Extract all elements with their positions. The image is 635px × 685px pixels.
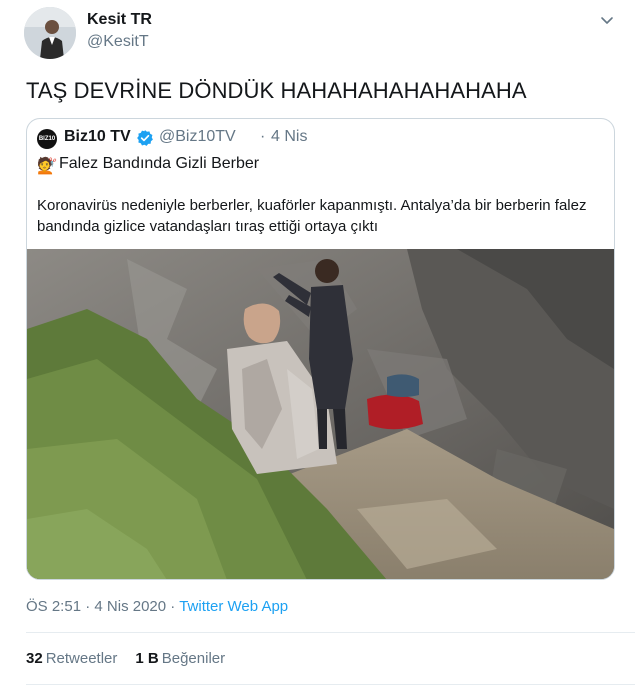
quoted-tweet[interactable]: BIZ10 Biz10 TV @Biz10TV · 4 Nis 💇 Falez … xyxy=(26,118,615,580)
retweets-label: Retweetler xyxy=(45,650,118,667)
likes-count: 1 B xyxy=(135,650,159,667)
author-handle[interactable]: @KesitT xyxy=(87,33,149,51)
author-name[interactable]: Kesit TR xyxy=(87,11,152,29)
quoted-media-photo[interactable] xyxy=(27,249,614,580)
likes-label: Beğeniler xyxy=(161,650,226,667)
meta-separator: · xyxy=(170,598,176,615)
quoted-body: Koronavirüs nedeniyle berberler, kuaförl… xyxy=(37,197,587,235)
retweets-stat[interactable]: 32 Retweetler xyxy=(26,650,117,667)
tweet-meta: ÖS 2:51 · 4 Nis 2020 · Twitter Web App xyxy=(26,598,288,615)
likes-stat[interactable]: 1 B Beğeniler xyxy=(135,650,225,667)
avatar[interactable] xyxy=(24,7,76,59)
tweet-stats: 32 Retweetler 1 B Beğeniler xyxy=(26,650,225,667)
chevron-down-icon[interactable] xyxy=(599,12,615,28)
meta-separator: · xyxy=(85,598,91,615)
quoted-date[interactable]: 4 Nis xyxy=(271,128,307,146)
avatar-photo xyxy=(24,7,76,59)
quoted-title: Falez Bandında Gizli Berber xyxy=(59,155,260,172)
tweet-source-link[interactable]: Twitter Web App xyxy=(179,598,288,615)
tweet-time[interactable]: ÖS 2:51 xyxy=(26,598,81,615)
tweet-text: TAŞ DEVRİNE DÖNDÜK HAHAHAHAHAHAHAHA xyxy=(26,78,527,103)
divider xyxy=(26,632,635,633)
retweets-count: 32 xyxy=(26,650,43,667)
quoted-author-name[interactable]: Biz10 TV xyxy=(64,128,131,146)
tweet-date[interactable]: 4 Nis 2020 xyxy=(94,598,166,615)
quoted-author-handle[interactable]: @Biz10TV xyxy=(159,128,236,146)
haircut-emoji-icon: 💇 xyxy=(37,158,57,175)
tweet: Kesit TR @KesitT TAŞ DEVRİNE DÖNDÜK HAHA… xyxy=(0,0,635,685)
separator-dot: · xyxy=(260,128,266,145)
verified-badge-icon xyxy=(137,130,153,146)
quoted-avatar[interactable]: BIZ10 xyxy=(37,129,57,149)
